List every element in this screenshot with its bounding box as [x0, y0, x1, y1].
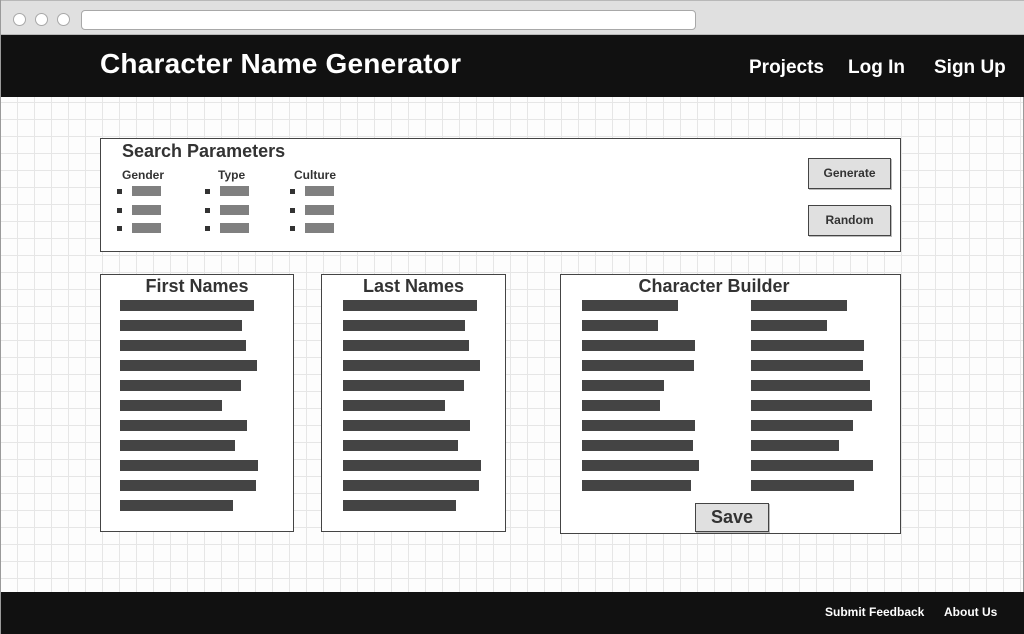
builder-item[interactable] — [751, 420, 853, 431]
last-name-item[interactable] — [343, 460, 481, 471]
builder-item[interactable] — [751, 300, 847, 311]
builder-item[interactable] — [582, 300, 678, 311]
last-name-item[interactable] — [343, 420, 470, 431]
builder-item[interactable] — [751, 340, 864, 351]
browser-toolbar — [1, 0, 1024, 35]
builder-item[interactable] — [582, 380, 664, 391]
first-name-item[interactable] — [120, 340, 246, 351]
bullet-icon — [290, 189, 295, 194]
search-parameters-panel: Search Parameters Gender Type Culture Ge… — [100, 138, 901, 252]
culture-option[interactable] — [305, 223, 334, 233]
window-minimize-button[interactable] — [35, 13, 48, 26]
last-name-item[interactable] — [343, 300, 477, 311]
last-name-item[interactable] — [343, 400, 445, 411]
site-footer: Submit Feedback About Us — [1, 592, 1024, 634]
first-name-item[interactable] — [120, 500, 233, 511]
last-names-title: Last Names — [362, 276, 465, 296]
first-name-item[interactable] — [120, 320, 242, 331]
builder-item[interactable] — [582, 460, 699, 471]
last-name-item[interactable] — [343, 340, 469, 351]
builder-item[interactable] — [751, 360, 863, 371]
nav-signup[interactable]: Sign Up — [934, 57, 1006, 79]
type-option[interactable] — [220, 205, 249, 215]
last-name-item[interactable] — [343, 380, 464, 391]
first-names-panel: First Names — [100, 274, 294, 532]
window-close-button[interactable] — [13, 13, 26, 26]
first-name-item[interactable] — [120, 420, 247, 431]
save-button[interactable]: Save — [695, 503, 769, 532]
gender-option[interactable] — [132, 205, 161, 215]
bullet-icon — [205, 226, 210, 231]
about-us-link[interactable]: About Us — [944, 605, 997, 619]
builder-item[interactable] — [582, 440, 693, 451]
first-names-title: First Names — [145, 276, 249, 296]
builder-item[interactable] — [751, 440, 839, 451]
gender-option[interactable] — [132, 223, 161, 233]
builder-item[interactable] — [751, 400, 872, 411]
bullet-icon — [117, 226, 122, 231]
builder-item[interactable] — [582, 320, 658, 331]
site-title: Character Name Generator — [100, 48, 462, 79]
first-name-item[interactable] — [120, 360, 257, 371]
nav-login[interactable]: Log In — [848, 57, 905, 79]
builder-item[interactable] — [751, 480, 854, 491]
nav-projects[interactable]: Projects — [749, 57, 824, 79]
type-option[interactable] — [220, 223, 249, 233]
last-name-item[interactable] — [343, 440, 458, 451]
last-name-item[interactable] — [343, 360, 480, 371]
bullet-icon — [290, 208, 295, 213]
builder-item[interactable] — [582, 420, 695, 431]
site-header: Character Name Generator Projects Log In… — [1, 35, 1024, 97]
random-button[interactable]: Random — [808, 205, 891, 236]
search-parameters-title: Search Parameters — [122, 141, 286, 161]
culture-label: Culture — [294, 168, 336, 182]
generate-button[interactable]: Generate — [808, 158, 891, 189]
gender-label: Gender — [122, 168, 165, 182]
first-name-item[interactable] — [120, 300, 254, 311]
culture-option[interactable] — [305, 205, 334, 215]
builder-item[interactable] — [751, 380, 870, 391]
last-name-item[interactable] — [343, 500, 456, 511]
last-name-item[interactable] — [343, 480, 479, 491]
last-name-item[interactable] — [343, 320, 465, 331]
builder-item[interactable] — [582, 340, 695, 351]
builder-item[interactable] — [582, 480, 691, 491]
bullet-icon — [290, 226, 295, 231]
character-builder-title: Character Builder — [638, 276, 790, 296]
builder-item[interactable] — [751, 460, 873, 471]
first-name-item[interactable] — [120, 380, 241, 391]
first-name-item[interactable] — [120, 480, 256, 491]
submit-feedback-link[interactable]: Submit Feedback — [825, 605, 924, 619]
builder-item[interactable] — [751, 320, 827, 331]
address-bar[interactable] — [81, 10, 696, 30]
first-name-item[interactable] — [120, 460, 258, 471]
bullet-icon — [205, 189, 210, 194]
culture-option[interactable] — [305, 186, 334, 196]
character-builder-panel: Character Builder Save — [560, 274, 901, 534]
builder-item[interactable] — [582, 400, 660, 411]
builder-item[interactable] — [582, 360, 694, 371]
bullet-icon — [117, 189, 122, 194]
type-label: Type — [218, 168, 246, 182]
last-names-panel: Last Names — [321, 274, 506, 532]
type-option[interactable] — [220, 186, 249, 196]
first-name-item[interactable] — [120, 400, 222, 411]
window-maximize-button[interactable] — [57, 13, 70, 26]
gender-option[interactable] — [132, 186, 161, 196]
first-name-item[interactable] — [120, 440, 235, 451]
bullet-icon — [205, 208, 210, 213]
bullet-icon — [117, 208, 122, 213]
